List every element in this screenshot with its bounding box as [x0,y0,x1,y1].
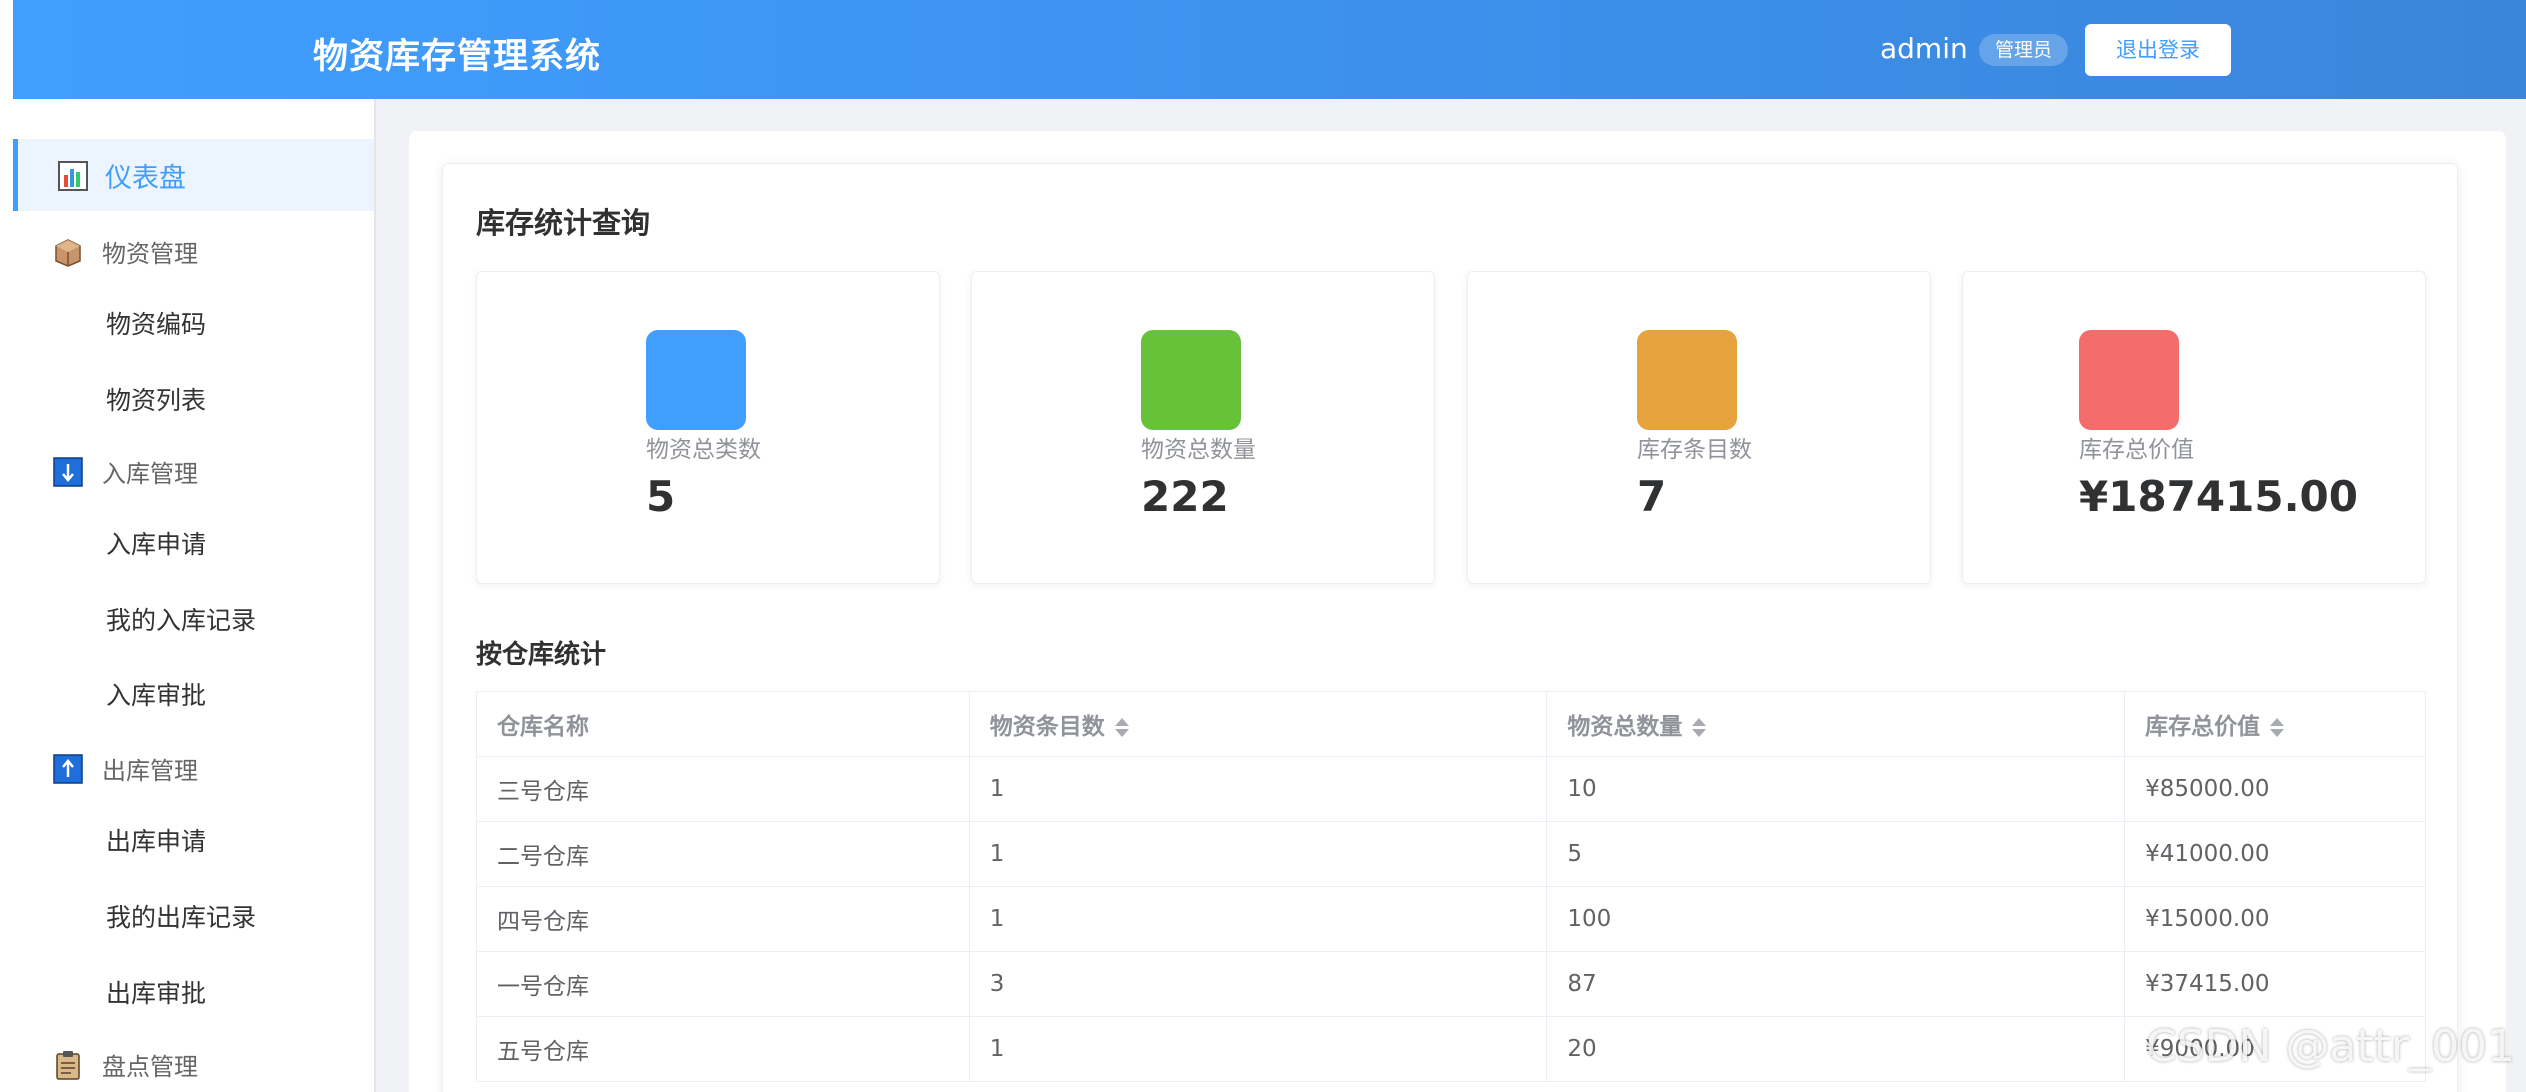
column-header-total-quantity[interactable]: 物资总数量 [1546,691,2126,757]
sidebar: 仪表盘 物资管理 物资编码 物资列表 入库管理 入库申请 我的入库记录 入库审批 [13,99,376,1092]
stat-value: 5 [646,472,676,521]
sidebar-item-dashboard[interactable]: 仪表盘 [13,139,374,211]
table-cell: 1 [968,886,1548,952]
stat-card-total-quantity: 物资总数量 222 [971,271,1435,584]
sidebar-item-label: 我的出库记录 [106,903,257,932]
table-cell: ¥37415.00 [2124,951,2426,1017]
table-cell: 一号仓库 [476,951,970,1017]
column-header-label: 库存总价值 [2145,714,2261,740]
table-row: 一号仓库 3 87 ¥37415.00 [476,951,2426,1017]
table-cell: 87 [1546,951,2126,1017]
table-cell: 五号仓库 [476,1016,970,1082]
table-row: 三号仓库 1 10 ¥85000.00 [476,756,2426,822]
stat-card-total-types: 物资总类数 5 [476,271,940,584]
sidebar-item-label: 出库管理 [102,756,198,785]
table-header-row: 仓库名称 物资条目数 物资总数量 库存总价值 [476,691,2426,757]
stat-label: 库存总价值 [2079,437,2194,463]
down-arrow-icon [53,457,83,487]
warehouse-stats-heading: 按仓库统计 [476,640,607,670]
stat-label: 物资总类数 [646,437,761,463]
username: admin [1880,32,1968,65]
table-cell: 三号仓库 [476,756,970,822]
table-cell: 3 [968,951,1548,1017]
sidebar-item-my-outbound[interactable]: 我的出库记录 [13,880,374,952]
warehouse-stats-table: 仓库名称 物资条目数 物资总数量 库存总价值 三号仓库 1 10 ¥85000.… [476,691,2426,1082]
sidebar-item-inbound-approve[interactable]: 入库审批 [13,658,374,730]
table-cell: 1 [968,756,1548,822]
stat-label: 物资总数量 [1141,437,1256,463]
sidebar-item-my-inbound[interactable]: 我的入库记录 [13,583,374,655]
table-cell: ¥41000.00 [2124,821,2426,887]
table-cell: 1 [968,1016,1548,1082]
stat-label: 库存条目数 [1637,437,1752,463]
column-header-label: 物资总数量 [1567,714,1683,740]
stats-card: 库存统计查询 物资总类数 5 物资总数量 222 库存条目数 7 库存总价值 ¥… [442,163,2458,1092]
sidebar-group-stocktake[interactable]: 盘点管理 [13,1028,374,1092]
column-header-label: 仓库名称 [497,714,589,740]
sidebar-item-label: 出库审批 [106,979,207,1008]
up-arrow-icon [53,754,83,784]
stat-color-block [646,330,746,430]
table-row: 二号仓库 1 5 ¥41000.00 [476,821,2426,887]
top-header: 物资库存管理系统 admin 管理员 退出登录 [13,0,2526,99]
stat-card-total-value: 库存总价值 ¥187415.00 [1962,271,2426,584]
table-cell: ¥15000.00 [2124,886,2426,952]
sidebar-item-label: 出库申请 [106,827,207,856]
stat-card-entry-count: 库存条目数 7 [1467,271,1931,584]
stat-color-block [1637,330,1737,430]
sidebar-group-outbound[interactable]: 出库管理 [13,732,374,804]
sidebar-item-label: 盘点管理 [102,1052,198,1081]
table-row: 四号仓库 1 100 ¥15000.00 [476,886,2426,952]
sort-icon[interactable] [1114,717,1129,739]
stat-color-block [1141,330,1241,430]
clipboard-icon [56,1051,80,1080]
stat-value: 222 [1141,472,1229,521]
table-cell: 100 [1546,886,2126,952]
sidebar-item-label: 物资管理 [102,239,198,268]
column-header-label: 物资条目数 [989,714,1105,740]
sidebar-item-label: 物资编码 [106,310,207,339]
table-cell: 5 [1546,821,2126,887]
sidebar-item-label: 我的入库记录 [106,606,257,635]
sidebar-item-outbound-approve[interactable]: 出库审批 [13,956,374,1028]
sidebar-item-inbound-apply[interactable]: 入库申请 [13,507,374,579]
page-heading: 库存统计查询 [476,206,651,240]
table-cell: 1 [968,821,1548,887]
app-title: 物资库存管理系统 [313,37,602,77]
sidebar-item-material-list[interactable]: 物资列表 [13,363,374,435]
sort-icon[interactable] [1692,717,1707,739]
main-content: 库存统计查询 物资总类数 5 物资总数量 222 库存条目数 7 库存总价值 ¥… [376,99,2526,1092]
sidebar-item-label: 物资列表 [106,386,207,415]
sidebar-item-label: 入库审批 [106,681,207,710]
stat-value: ¥187415.00 [2079,472,2358,521]
logout-button[interactable]: 退出登录 [2085,24,2231,76]
sidebar-item-outbound-apply[interactable]: 出库申请 [13,804,374,876]
table-row: 五号仓库 1 20 ¥9000.00 [476,1016,2426,1082]
stat-color-block [2079,330,2179,430]
table-cell: 20 [1546,1016,2126,1082]
table-cell: ¥85000.00 [2124,756,2426,822]
sidebar-item-label: 仪表盘 [105,162,186,194]
sidebar-item-material-code[interactable]: 物资编码 [13,287,374,359]
box-icon [55,239,81,267]
sidebar-group-materials[interactable]: 物资管理 [13,215,374,287]
watermark: CSDN @attr_001 [2146,1021,2515,1072]
table-cell: 10 [1546,756,2126,822]
sidebar-item-label: 入库申请 [106,530,207,559]
sidebar-item-label: 入库管理 [102,459,198,488]
column-header-warehouse: 仓库名称 [476,691,970,757]
bar-chart-icon [58,161,88,191]
column-header-total-value[interactable]: 库存总价值 [2124,691,2426,757]
stat-value: 7 [1637,472,1667,521]
column-header-entry-count[interactable]: 物资条目数 [968,691,1548,757]
table-cell: 二号仓库 [476,821,970,887]
content-panel: 库存统计查询 物资总类数 5 物资总数量 222 库存条目数 7 库存总价值 ¥… [409,131,2506,1092]
sidebar-group-inbound[interactable]: 入库管理 [13,435,374,507]
sort-icon[interactable] [2270,717,2285,739]
table-cell: 四号仓库 [476,886,970,952]
role-badge: 管理员 [1979,34,2068,66]
